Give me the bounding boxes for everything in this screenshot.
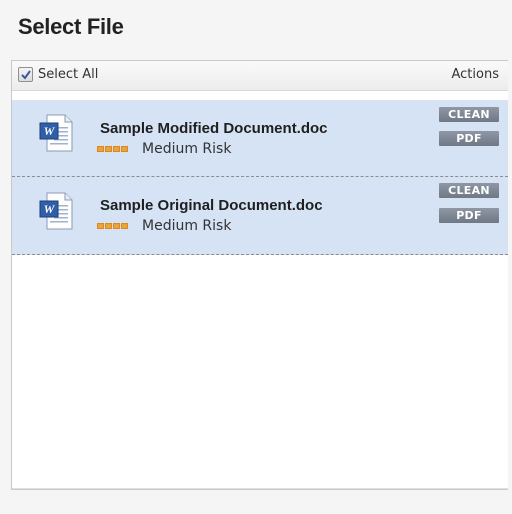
file-row[interactable]: W Sample Original Document.doc Medium Ri… [12,177,508,255]
pdf-button[interactable]: PDF [439,131,499,146]
row-divider [12,254,508,255]
file-name: Sample Original Document.doc [100,197,323,214]
risk-label: Medium Risk [142,218,232,234]
risk-label: Medium Risk [142,141,232,157]
svg-text:W: W [44,202,56,216]
risk-indicator: Medium Risk [97,218,231,234]
word-document-icon: W [39,192,73,230]
pdf-button[interactable]: PDF [439,208,499,223]
risk-indicator: Medium Risk [97,141,231,157]
risk-level-bar [97,146,128,152]
actions-column-label: Actions [451,67,500,82]
file-list-panel: Select All Actions W Sample Modified Doc… [11,60,508,490]
page-title: Select File [18,14,124,39]
clean-button[interactable]: CLEAN [439,107,499,122]
select-all-checkbox[interactable] [18,67,33,82]
checkmark-icon [21,70,31,80]
file-list-header: Select All Actions [12,61,508,91]
file-row[interactable]: W Sample Modified Document.doc Medium Ri… [12,100,508,177]
panel-bottom-edge [12,488,508,489]
clean-button[interactable]: CLEAN [439,183,499,198]
select-all-label[interactable]: Select All [38,67,98,82]
risk-level-bar [97,223,128,229]
svg-text:W: W [44,124,56,138]
word-document-icon: W [39,114,73,152]
file-name: Sample Modified Document.doc [100,120,328,137]
